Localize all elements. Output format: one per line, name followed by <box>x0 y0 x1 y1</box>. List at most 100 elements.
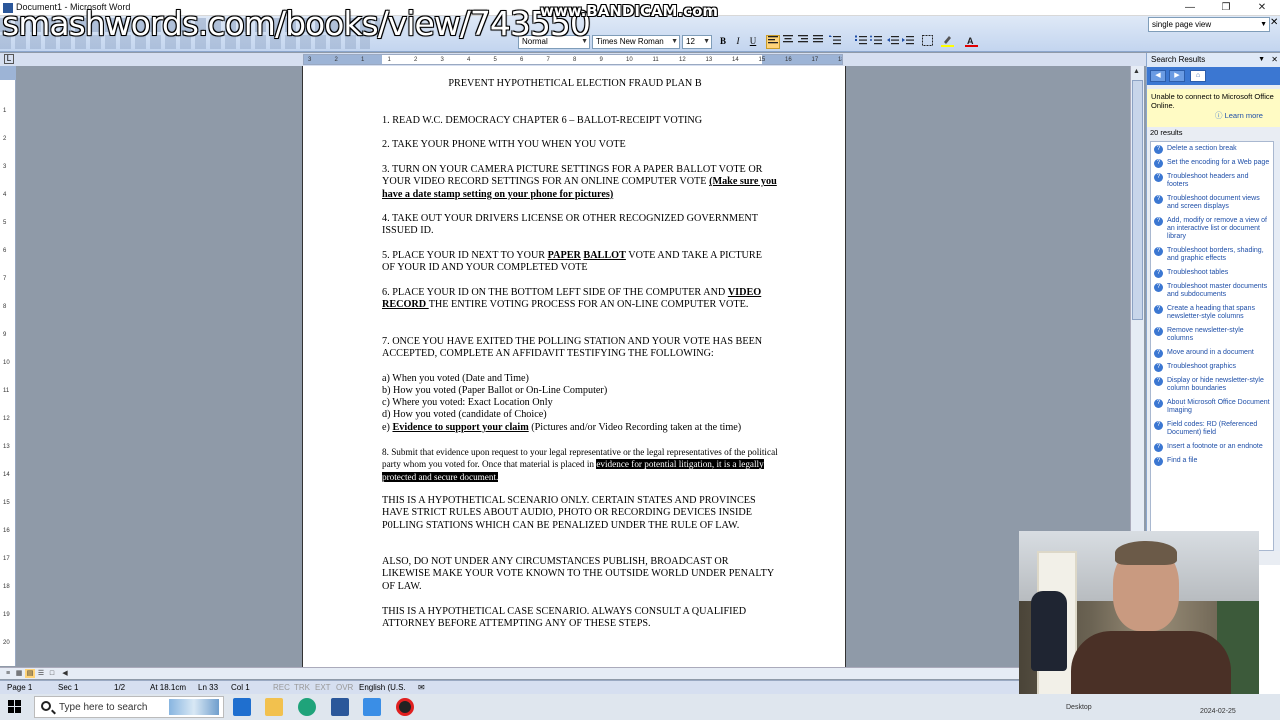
help-search-input[interactable]: single page view ▼ <box>1148 17 1270 32</box>
ruler-tick: 5 <box>493 57 497 63</box>
close-window-button[interactable]: ✕ <box>1244 0 1280 16</box>
outline-view-icon[interactable]: ☰ <box>36 669 46 678</box>
align-center-button[interactable] <box>781 35 795 49</box>
font-color-button[interactable]: A <box>964 35 978 49</box>
ruler-tick: 13 <box>705 57 713 63</box>
task-pane-header: Search Results ▼ ✕ <box>1147 53 1280 67</box>
font-select[interactable]: Times New Roman ▼ <box>592 35 680 49</box>
align-left-button[interactable] <box>766 35 780 49</box>
justify-button[interactable] <box>811 35 825 49</box>
horizontal-ruler[interactable]: 321123456789101112131415161718 <box>303 54 843 65</box>
task-view-icon[interactable] <box>233 698 251 716</box>
spelling-status-icon[interactable]: ✉ <box>418 681 425 694</box>
document-page[interactable]: PREVENT HYPOTHETICAL ELECTION FRAUD PLAN… <box>302 66 846 667</box>
app-taskbar-icon[interactable] <box>363 698 381 716</box>
help-topic-icon: ? <box>1154 269 1163 278</box>
search-result-item[interactable]: ? Insert a footnote or an endnote <box>1151 440 1273 454</box>
results-list: ? Delete a section break? Set the encoding… <box>1150 141 1274 551</box>
search-result-item[interactable]: ? Create a heading that spans newsletter-… <box>1151 302 1273 324</box>
list-item-e: e) Evidence to support your claim (Pictu… <box>382 422 782 434</box>
print-view-icon[interactable]: ▤ <box>25 669 35 678</box>
restore-button[interactable]: ❐ <box>1208 0 1244 16</box>
search-result-item[interactable]: ? Field codes: RD (Referenced Document) f… <box>1151 418 1273 440</box>
search-result-label: Remove newsletter-style columns <box>1167 327 1244 342</box>
learn-more-label: Learn more <box>1224 111 1263 120</box>
vertical-ruler-tick: 7 <box>3 276 7 282</box>
search-placeholder: Type here to search <box>59 702 148 713</box>
edge-browser-icon[interactable] <box>298 698 316 716</box>
bullets-button[interactable] <box>869 35 883 49</box>
home-icon[interactable]: ⌂ <box>1190 70 1206 82</box>
italic-button[interactable]: I <box>731 35 745 49</box>
task-pane-close-icon[interactable]: ✕ <box>1271 53 1278 67</box>
search-result-item[interactable]: ? Troubleshoot document views and screen … <box>1151 192 1273 214</box>
ruler-tick: 7 <box>546 57 550 63</box>
status-ext[interactable]: EXT <box>315 681 331 694</box>
scroll-thumb[interactable] <box>1132 80 1143 320</box>
status-trk[interactable]: TRK <box>294 681 310 694</box>
forward-icon[interactable]: ▶ <box>1169 70 1185 82</box>
line-spacing-button[interactable] <box>828 35 842 49</box>
search-result-item[interactable]: ? Add, modify or remove a view of an inte… <box>1151 214 1273 244</box>
decrease-indent-button[interactable] <box>886 35 900 49</box>
search-result-item[interactable]: ? Display or hide newsletter-style column… <box>1151 374 1273 396</box>
font-value: Times New Roman <box>596 37 664 46</box>
font-color-icon: A <box>964 36 978 47</box>
status-ovr[interactable]: OVR <box>336 681 353 694</box>
record-icon[interactable] <box>396 698 414 716</box>
search-result-item[interactable]: ? Move around in a document <box>1151 346 1273 360</box>
search-result-item[interactable]: ? About Microsoft Office Document Imaging <box>1151 396 1273 418</box>
ruler-left-margin <box>304 55 382 64</box>
status-language[interactable]: English (U.S. <box>359 681 406 694</box>
align-right-button[interactable] <box>796 35 810 49</box>
webcam-person-hair <box>1115 541 1177 565</box>
underline-button[interactable]: U <box>746 35 760 49</box>
learn-more-link[interactable]: ⓘ Learn more <box>1215 110 1280 121</box>
vertical-ruler[interactable]: 1 2 3 4 5 6 7 8 9 10 11 12 13 14 15 16 17 18 19 20 <box>0 66 16 666</box>
ruler-right-margin <box>762 55 842 64</box>
search-result-item[interactable]: ? Troubleshoot master documents and subdo… <box>1151 280 1273 302</box>
windows-start-icon[interactable] <box>8 700 22 714</box>
search-result-item[interactable]: ? Set the encoding for a Web page <box>1151 156 1273 170</box>
task-pane-menu-icon[interactable]: ▼ <box>1258 53 1265 67</box>
search-result-label: Troubleshoot master documents and subdoc… <box>1167 283 1268 298</box>
numbering-button[interactable] <box>854 35 868 49</box>
increase-indent-button[interactable] <box>901 35 915 49</box>
search-result-item[interactable]: ? Troubleshoot tables <box>1151 266 1273 280</box>
tab-selector[interactable]: L <box>4 54 14 64</box>
web-view-icon[interactable]: ▦ <box>14 669 24 678</box>
ruler-tick: 9 <box>599 57 603 63</box>
taskbar-search[interactable]: Type here to search <box>34 696 224 718</box>
search-result-item[interactable]: ? Troubleshoot graphics <box>1151 360 1273 374</box>
font-size-select[interactable]: 12 ▼ <box>682 35 712 49</box>
list-item-e-emph: Evidence to support your claim <box>392 422 529 433</box>
vertical-ruler-tick: 1 <box>3 108 7 114</box>
minimize-button[interactable]: — <box>1172 0 1208 16</box>
bold-button[interactable]: B <box>716 35 730 49</box>
results-scrollbar[interactable] <box>1274 141 1280 551</box>
horizontal-scrollbar[interactable]: ≡ ▦ ▤ ☰ □ ◀ <box>0 667 1146 679</box>
help-topic-icon: ? <box>1154 145 1163 154</box>
normal-view-icon[interactable]: ≡ <box>3 669 13 678</box>
close-document-icon[interactable]: ✕ <box>1270 17 1280 28</box>
desktop-label[interactable]: Desktop <box>1066 704 1092 711</box>
word-taskbar-icon[interactable] <box>331 698 349 716</box>
search-result-item[interactable]: ? Troubleshoot borders, shading, and grap… <box>1151 244 1273 266</box>
search-result-item[interactable]: ? Remove newsletter-style columns <box>1151 324 1273 346</box>
borders-button[interactable] <box>920 35 934 49</box>
reading-view-icon[interactable]: □ <box>47 669 57 678</box>
highlight-button[interactable] <box>940 35 954 49</box>
vertical-ruler-tick: 8 <box>3 304 7 310</box>
search-result-item[interactable]: ? Delete a section break <box>1151 142 1273 156</box>
search-result-label: About Microsoft Office Document Imaging <box>1167 399 1270 414</box>
back-icon[interactable]: ◀ <box>1150 70 1166 82</box>
file-explorer-icon[interactable] <box>265 698 283 716</box>
scroll-left-icon[interactable]: ◀ <box>60 669 70 678</box>
status-rec[interactable]: REC <box>273 681 290 694</box>
vertical-ruler-tick: 18 <box>3 584 10 590</box>
search-result-item[interactable]: ? Find a file <box>1151 454 1273 468</box>
results-count: 20 results <box>1150 128 1183 137</box>
search-result-item[interactable]: ? Troubleshoot headers and footers <box>1151 170 1273 192</box>
scroll-up-icon[interactable]: ▲ <box>1133 68 1140 75</box>
list-item-b: b) How you voted (Paper Ballot or On-Lin… <box>382 385 608 396</box>
